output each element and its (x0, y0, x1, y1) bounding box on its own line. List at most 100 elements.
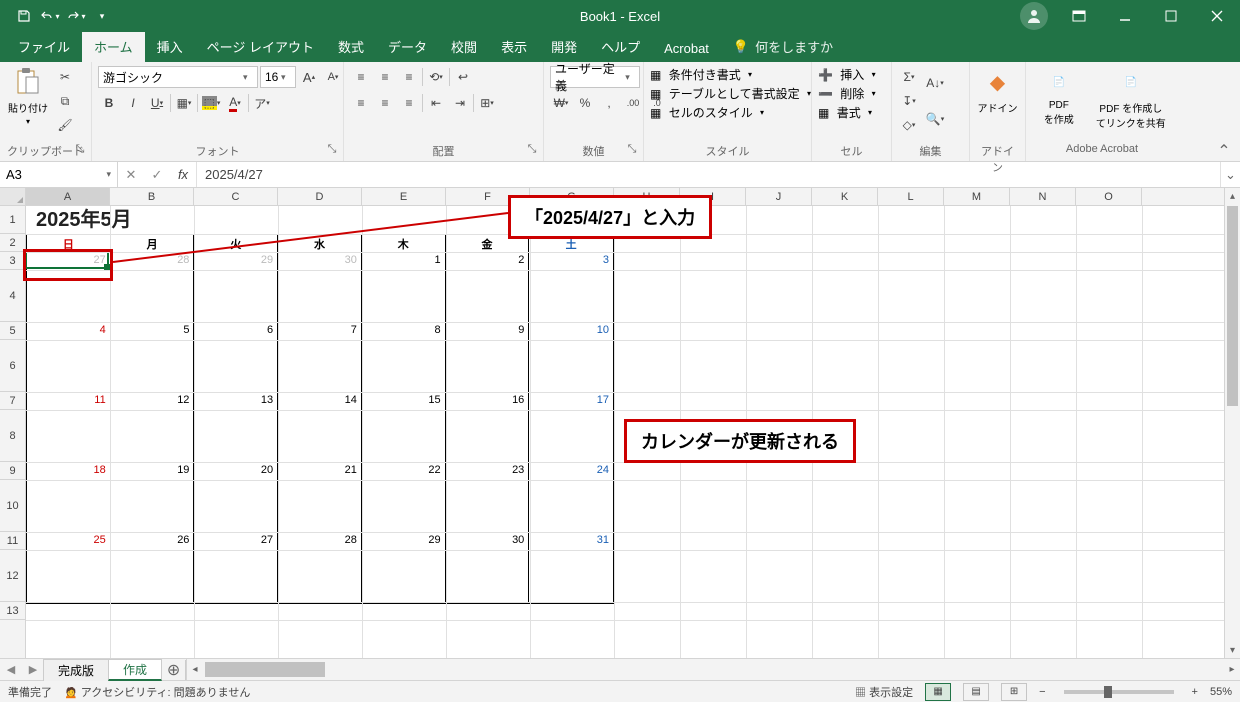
comma-icon[interactable]: , (598, 92, 620, 114)
align-left-icon[interactable]: ≡ (350, 92, 372, 114)
increase-decimal-icon[interactable]: .00 (622, 92, 644, 114)
pdf-create-button[interactable]: 📄PDF を作成 (1032, 66, 1086, 126)
zoom-level[interactable]: 55% (1210, 686, 1232, 698)
align-middle-icon[interactable]: ≡ (374, 66, 396, 88)
find-select-icon[interactable]: 🔍▾ (924, 102, 946, 136)
accounting-format-icon[interactable]: ₩▾ (550, 92, 572, 114)
wrap-text-icon[interactable]: ↩ (452, 66, 474, 88)
scroll-right-icon[interactable]: ▸ (1224, 659, 1240, 680)
close-button[interactable] (1194, 0, 1240, 32)
col-header-N[interactable]: N (1010, 188, 1076, 205)
calendar-cell[interactable]: 3 (529, 253, 613, 323)
insert-cells-button[interactable]: ➕ 挿入 ▾ (818, 66, 876, 83)
copy-icon[interactable]: ⧉ (54, 90, 76, 112)
maximize-button[interactable] (1148, 0, 1194, 32)
qat-customize-icon[interactable]: ▾ (90, 4, 114, 28)
page-break-view-icon[interactable]: ⊞ (1001, 683, 1027, 701)
formula-input[interactable]: 2025/4/27 (197, 162, 1220, 187)
autosum-icon[interactable]: Σ▾ (898, 66, 920, 88)
calendar-cell[interactable]: 22 (362, 463, 446, 533)
row-header-13[interactable]: 13 (0, 602, 25, 620)
row-header-4[interactable]: 4 (0, 270, 25, 322)
tab-insert[interactable]: 挿入 (145, 31, 195, 62)
col-header-C[interactable]: C (194, 188, 278, 205)
format-painter-icon[interactable]: 🖌 (54, 114, 76, 136)
delete-cells-button[interactable]: ➖ 削除 ▾ (818, 85, 876, 102)
calendar-cell[interactable]: 8 (362, 323, 446, 393)
addin-button[interactable]: ◆アドイン (976, 66, 1019, 115)
calendar-cell[interactable]: 26 (111, 533, 195, 603)
tab-acrobat[interactable]: Acrobat (652, 35, 721, 62)
calendar-cell[interactable]: 14 (278, 393, 362, 463)
col-header-K[interactable]: K (812, 188, 878, 205)
dialog-launcher-icon[interactable]: ⤡ (325, 143, 339, 157)
horizontal-scrollbar[interactable]: ◂ ▸ (186, 659, 1240, 680)
merge-cells-icon[interactable]: ⊞▾ (476, 92, 498, 114)
pdf-share-button[interactable]: 📄PDF を作成し てリンクを共有 (1090, 66, 1172, 130)
border-icon[interactable]: ▦▾ (173, 92, 195, 114)
calendar-cell[interactable]: 20 (194, 463, 278, 533)
increase-font-icon[interactable]: A▴ (298, 66, 320, 88)
col-header-B[interactable]: B (110, 188, 194, 205)
save-icon[interactable] (12, 4, 36, 28)
tab-developer[interactable]: 開発 (539, 31, 589, 62)
dialog-launcher-icon[interactable]: ⤡ (525, 143, 539, 157)
italic-button[interactable]: I (122, 92, 144, 114)
calendar-cell[interactable]: 2 (446, 253, 530, 323)
vscroll-thumb[interactable] (1227, 206, 1238, 406)
select-all-button[interactable] (0, 188, 26, 205)
tab-help[interactable]: ヘルプ (589, 31, 652, 62)
calendar-cell[interactable]: 4 (27, 323, 111, 393)
dialog-launcher-icon[interactable]: ⤡ (625, 143, 639, 157)
collapse-ribbon-icon[interactable]: ⌃ (1214, 143, 1234, 159)
calendar-cell[interactable]: 19 (111, 463, 195, 533)
cut-icon[interactable]: ✂ (54, 66, 76, 88)
calendar-cell[interactable]: 28 (111, 253, 195, 323)
conditional-formatting-button[interactable]: ▦ 条件付き書式 ▾ (650, 66, 752, 83)
row-header-12[interactable]: 12 (0, 550, 25, 602)
calendar-cell[interactable]: 21 (278, 463, 362, 533)
col-header-O[interactable]: O (1076, 188, 1142, 205)
page-layout-view-icon[interactable]: ▤ (963, 683, 989, 701)
font-name-dropdown[interactable]: 游ゴシック▾ (98, 66, 258, 88)
percent-icon[interactable]: % (574, 92, 596, 114)
sheet-tab-0[interactable]: 完成版 (43, 659, 109, 681)
row-header-6[interactable]: 6 (0, 340, 25, 392)
new-sheet-icon[interactable]: ⊕ (162, 660, 186, 680)
ribbon-display-icon[interactable] (1056, 0, 1102, 32)
sheet-nav-next-icon[interactable]: ▶ (22, 659, 44, 681)
align-right-icon[interactable]: ≡ (398, 92, 420, 114)
row-header-2[interactable]: 2 (0, 234, 25, 252)
tab-data[interactable]: データ (376, 31, 439, 62)
calendar-cell[interactable]: 15 (362, 393, 446, 463)
sheet-tab-1[interactable]: 作成 (108, 659, 162, 681)
calendar-cell[interactable]: 30 (278, 253, 362, 323)
expand-formula-bar-icon[interactable]: ⌄ (1220, 162, 1240, 187)
format-as-table-button[interactable]: ▦ テーブルとして書式設定 ▾ (650, 85, 811, 102)
bold-button[interactable]: B (98, 92, 120, 114)
account-icon[interactable] (1020, 2, 1048, 30)
vertical-scrollbar[interactable]: ▴ ▾ (1224, 188, 1240, 658)
tab-review[interactable]: 校閲 (439, 31, 489, 62)
orientation-icon[interactable]: ⟲▾ (425, 66, 447, 88)
tab-file[interactable]: ファイル (6, 31, 82, 62)
normal-view-icon[interactable]: ▦ (925, 683, 951, 701)
row-header-3[interactable]: 3 (0, 252, 25, 270)
fx-icon[interactable]: fx (170, 167, 196, 182)
calendar-cell[interactable]: 24 (529, 463, 613, 533)
fill-icon[interactable]: ↧▾ (898, 90, 920, 112)
scroll-up-icon[interactable]: ▴ (1225, 188, 1240, 204)
col-header-D[interactable]: D (278, 188, 362, 205)
calendar-cell[interactable]: 29 (362, 533, 446, 603)
tell-me[interactable]: 💡 何をしますか (721, 31, 845, 62)
calendar-cell[interactable]: 18 (27, 463, 111, 533)
calendar-cell[interactable]: 31 (529, 533, 613, 603)
col-header-J[interactable]: J (746, 188, 812, 205)
scroll-down-icon[interactable]: ▾ (1225, 642, 1240, 658)
name-box[interactable]: A3▾ (0, 162, 118, 187)
calendar-cell[interactable]: 29 (194, 253, 278, 323)
calendar-cell[interactable]: 13 (194, 393, 278, 463)
paste-button[interactable]: 貼り付け ▾ (6, 66, 50, 126)
align-bottom-icon[interactable]: ≡ (398, 66, 420, 88)
row-header-7[interactable]: 7 (0, 392, 25, 410)
